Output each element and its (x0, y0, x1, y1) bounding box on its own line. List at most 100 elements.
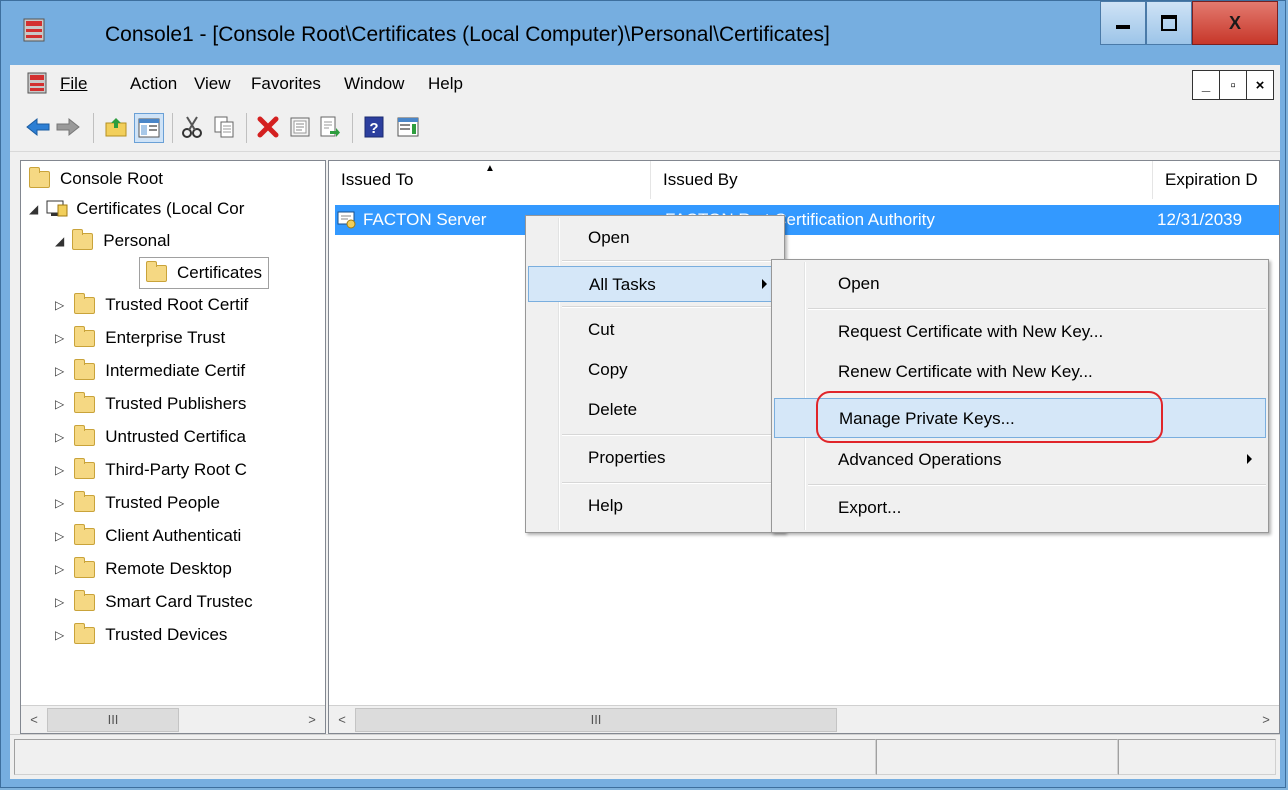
scroll-left-arrow[interactable]: < (21, 712, 47, 727)
list-horizontal-scrollbar[interactable]: < III > (329, 705, 1279, 733)
tree-node-store[interactable]: ▷ Trusted Devices (55, 621, 227, 649)
context-menu-open[interactable]: Open (528, 220, 782, 256)
column-header-issued-by[interactable]: Issued By (651, 161, 1153, 199)
show-hide-console-tree-button[interactable] (134, 113, 164, 143)
column-header-expiration-date[interactable]: Expiration D (1153, 161, 1279, 199)
mdi-restore-button[interactable]: ▫ (1220, 71, 1247, 99)
scroll-thumb[interactable]: III (355, 707, 837, 732)
tree-node-label: Personal (103, 231, 171, 250)
tree-node-store[interactable]: ▷ Enterprise Trust (55, 324, 225, 352)
tree-node-store[interactable]: ▷ Client Authenticati (55, 522, 241, 550)
scroll-left-arrow[interactable]: < (329, 712, 355, 727)
expand-arrow-icon[interactable]: ▷ (55, 628, 64, 642)
help-button[interactable]: ? (360, 113, 388, 141)
expand-arrow-icon[interactable]: ▷ (55, 529, 64, 543)
cut-button[interactable] (178, 113, 206, 141)
menu-help[interactable]: Help (428, 74, 463, 94)
mmc-menu-icon[interactable] (27, 71, 47, 95)
status-pane-tertiary (1118, 739, 1276, 775)
tree-node-label: Trusted Publishers (105, 394, 247, 413)
scroll-right-arrow[interactable]: > (1253, 712, 1279, 727)
tree-node-personal-certificates[interactable]: Certificates (139, 257, 270, 289)
expand-arrow-icon[interactable]: ▷ (55, 430, 64, 444)
status-pane-secondary (876, 739, 1118, 775)
context-menu-all-tasks[interactable]: All Tasks (528, 266, 782, 302)
context-menu: Open All Tasks Cut Copy Delete Propertie… (525, 215, 785, 533)
minimize-button[interactable] (1100, 1, 1146, 45)
toolbar-separator (93, 113, 94, 143)
tree-node-console-root[interactable]: Console Root (29, 165, 163, 193)
tree-node-store[interactable]: ▷ Remote Desktop (55, 555, 232, 583)
mmc-app-icon[interactable] (23, 17, 45, 43)
tree-node-store[interactable]: ▷ Third-Party Root C (55, 456, 247, 484)
column-header-label: Issued By (663, 170, 738, 189)
menu-favorites[interactable]: Favorites (251, 74, 321, 94)
menu-file[interactable]: File (60, 74, 87, 94)
mdi-close-button[interactable]: × (1247, 71, 1273, 99)
tree-node-label: Third-Party Root C (105, 460, 247, 479)
close-button[interactable]: X (1192, 1, 1278, 45)
maximize-button[interactable] (1146, 1, 1192, 45)
folder-icon (74, 325, 96, 347)
tree-node-label: Console Root (60, 169, 164, 188)
expand-arrow-icon[interactable]: ▷ (55, 595, 64, 609)
table-row[interactable]: FACTON Server FACTON R ot Certification … (335, 205, 1279, 235)
context-menu-properties[interactable]: Properties (528, 440, 782, 476)
tree-node-certificates-local-computer[interactable]: ◢ Certificates (Local Cor (29, 195, 244, 223)
scroll-thumb[interactable]: III (47, 707, 179, 732)
back-button[interactable] (24, 113, 52, 141)
tree-node-label: Certificates (177, 263, 263, 282)
copy-icon (214, 116, 234, 138)
column-header-issued-to[interactable]: Issued To ▲ (329, 161, 651, 199)
copy-button[interactable] (210, 113, 238, 141)
expand-arrow-icon[interactable]: ▷ (55, 463, 64, 477)
mdi-minimize-button[interactable]: _ (1193, 71, 1220, 99)
up-one-level-button[interactable] (102, 113, 130, 141)
tree-node-store[interactable]: ▷ Intermediate Certif (55, 357, 245, 385)
collapse-arrow-icon[interactable]: ◢ (55, 234, 64, 248)
folder-icon (74, 424, 96, 446)
context-menu-cut[interactable]: Cut (528, 312, 782, 348)
expand-arrow-icon[interactable]: ▷ (55, 364, 64, 378)
properties-button[interactable] (286, 113, 314, 141)
folder-icon (74, 391, 96, 413)
expand-arrow-icon[interactable]: ▷ (55, 397, 64, 411)
tree-node-label: Untrusted Certifica (105, 427, 247, 446)
tree-node-personal[interactable]: ◢ Personal (55, 227, 170, 255)
tree-node-store[interactable]: ▷ Trusted People (55, 489, 220, 517)
menu-bar: File Action View Favorites Window Help _… (10, 65, 1280, 105)
tree-node-label: Client Authenticati (105, 526, 242, 545)
tree-node-store[interactable]: ▷ Trusted Publishers (55, 390, 246, 418)
context-menu-delete[interactable]: Delete (528, 392, 782, 428)
expand-arrow-icon[interactable]: ▷ (55, 298, 64, 312)
expand-arrow-icon[interactable]: ▷ (55, 496, 64, 510)
submenu-request-certificate-with-new-key[interactable]: Request Certificate with New Key... (774, 314, 1266, 350)
expand-arrow-icon[interactable]: ▷ (55, 562, 64, 576)
export-list-button[interactable] (316, 113, 344, 141)
up-folder-icon (105, 118, 127, 137)
context-menu-help[interactable]: Help (528, 488, 782, 524)
submenu-export[interactable]: Export... (774, 490, 1266, 526)
scroll-right-arrow[interactable]: > (299, 712, 325, 727)
status-pane-main (14, 739, 876, 775)
menu-separator (808, 308, 1266, 310)
tree-node-store[interactable]: ▷ Smart Card Trustec (55, 588, 253, 616)
tree-node-store[interactable]: ▷ Trusted Root Certif (55, 291, 248, 319)
forward-button[interactable] (54, 113, 82, 141)
title-bar[interactable]: Console1 - [Console Root\Certificates (L… (1, 1, 1287, 63)
tree-node-store[interactable]: ▷ Untrusted Certifica (55, 423, 246, 451)
submenu-open[interactable]: Open (774, 266, 1266, 302)
show-hide-action-pane-button[interactable] (394, 113, 422, 141)
expand-arrow-icon[interactable]: ▷ (55, 331, 64, 345)
menu-view[interactable]: View (194, 74, 231, 94)
delete-button[interactable] (254, 113, 282, 141)
submenu-renew-certificate-with-new-key[interactable]: Renew Certificate with New Key... (774, 354, 1266, 390)
collapse-arrow-icon[interactable]: ◢ (29, 202, 38, 216)
menu-action[interactable]: Action (130, 74, 177, 94)
toolbar: ? (10, 105, 1280, 152)
tree-node-label: Intermediate Certif (105, 361, 246, 380)
menu-window[interactable]: Window (344, 74, 404, 94)
tree-horizontal-scrollbar[interactable]: < III > (21, 705, 325, 733)
submenu-advanced-operations[interactable]: Advanced Operations (774, 442, 1266, 478)
context-menu-copy[interactable]: Copy (528, 352, 782, 388)
